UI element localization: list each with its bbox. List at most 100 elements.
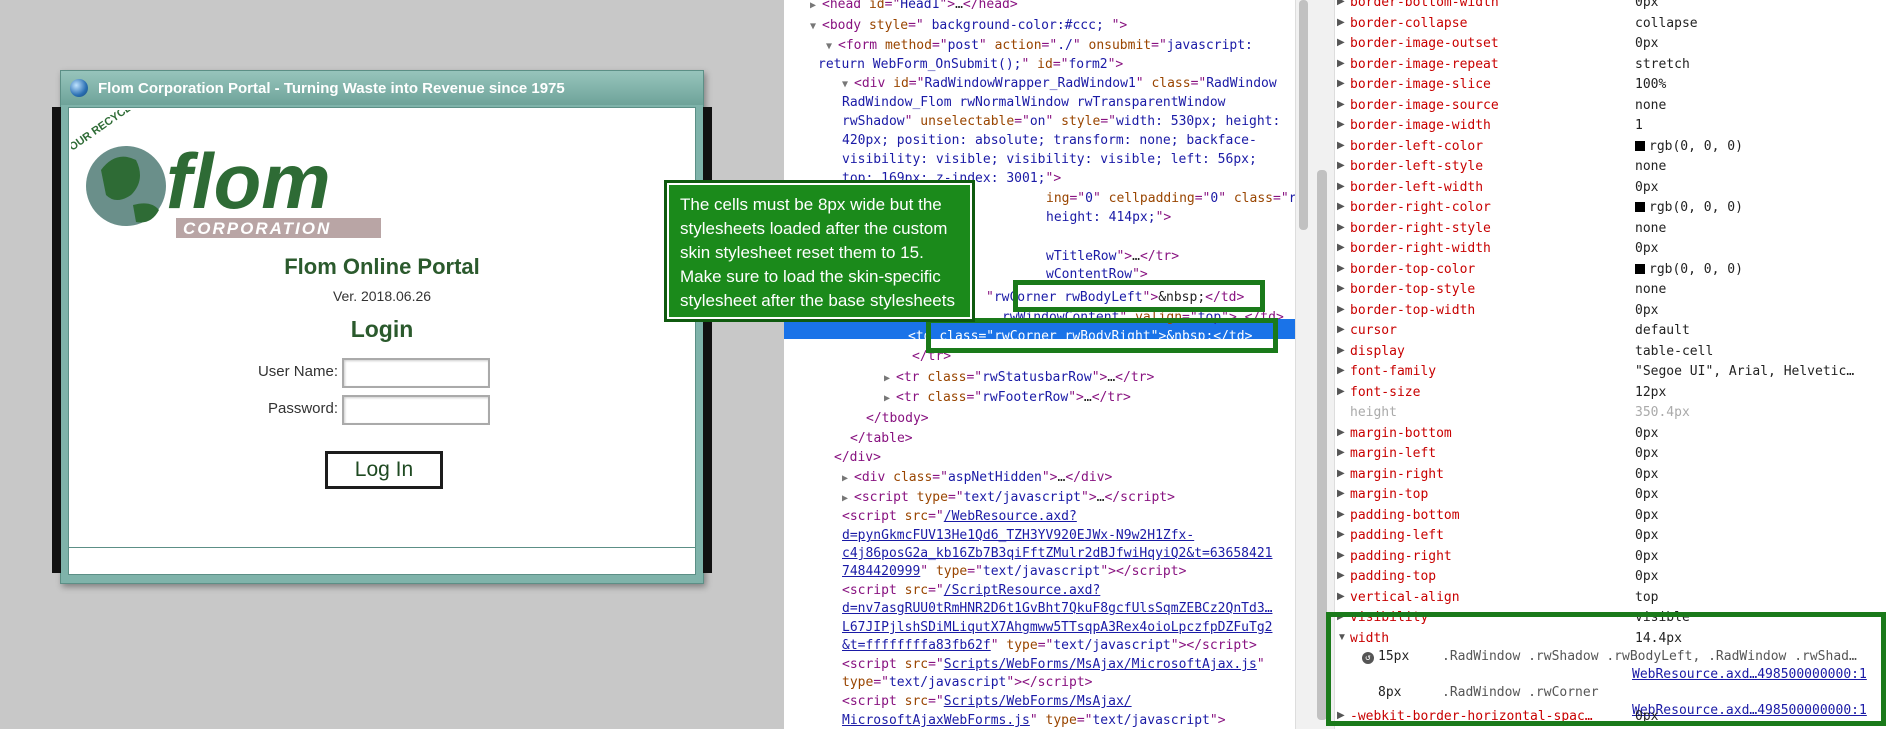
expand-right-icon[interactable]: ▶ <box>1337 591 1345 602</box>
dom-line[interactable]: return WebForm_OnSubmit();" id="form2"> <box>818 56 1123 74</box>
password-field[interactable] <box>342 395 490 425</box>
dom-scrollbar[interactable] <box>1295 0 1310 729</box>
expand-right-icon[interactable]: ▶ <box>1337 427 1345 438</box>
expand-right-icon[interactable]: ▶ <box>1337 78 1345 89</box>
color-swatch-icon[interactable] <box>1635 140 1645 151</box>
expand-right-icon[interactable]: ▶ <box>1337 488 1345 499</box>
style-property-row[interactable]: ▶ border-left-style none <box>1310 158 1889 178</box>
expand-right-icon[interactable]: ▶ <box>1337 570 1345 581</box>
style-property-row[interactable]: ▶ font-family "Segoe UI", Arial, Helvetic… <box>1310 363 1889 383</box>
style-property-row[interactable]: ▶ padding-left 0px <box>1310 527 1889 547</box>
dom-line[interactable]: type="text/javascript"></script> <box>842 674 1092 692</box>
expand-right-icon[interactable]: ▶ <box>1337 550 1345 561</box>
expand-right-icon[interactable]: ▶ <box>1337 263 1345 274</box>
dom-line[interactable]: <script src="/WebResource.axd? <box>842 508 1077 526</box>
username-field[interactable] <box>342 358 490 388</box>
style-property-row[interactable]: ▶ border-collapse collapse <box>1310 15 1889 35</box>
dom-line[interactable]: </tbody> <box>866 410 929 428</box>
style-property-row[interactable]: ▶ cursor default <box>1310 322 1889 342</box>
dom-line[interactable]: <script src="Scripts/WebForms/MsAjax/ <box>842 693 1132 711</box>
dom-line[interactable]: </table> <box>850 430 913 448</box>
window-titlebar[interactable]: Flom Corporation Portal - Turning Waste … <box>61 71 703 105</box>
style-property-row[interactable]: ▶ vertical-align top <box>1310 589 1889 609</box>
dom-line[interactable]: 7484420999" type="text/javascript"></scr… <box>842 563 1186 581</box>
dom-line[interactable]: ▶ <script type="text/javascript">…</scrip… <box>842 489 1175 508</box>
expand-right-icon[interactable]: ▶ <box>1337 386 1345 397</box>
expand-right-icon[interactable]: ▶ <box>1337 324 1345 335</box>
expand-right-icon[interactable]: ▶ <box>1337 529 1345 540</box>
dom-line[interactable]: ing="0" cellpadding="0" class="rwTable <box>1046 190 1310 208</box>
expand-right-icon[interactable]: ▶ <box>1337 58 1345 69</box>
expand-right-icon[interactable]: ▶ <box>1337 37 1345 48</box>
dom-line[interactable]: ▶ <div class="aspNetHidden">…</div> <box>842 469 1112 488</box>
style-property-row[interactable]: ▶ border-top-width 0px <box>1310 302 1889 322</box>
expand-right-icon[interactable]: ▶ <box>1337 119 1345 130</box>
dom-line[interactable]: 420px; position: absolute; transform: no… <box>842 132 1257 150</box>
style-property-row[interactable]: height 350.4px <box>1310 404 1889 424</box>
dom-line[interactable]: c4j86posG2a_kb16Zb7B3qiFftZMulr2dBJfwiHq… <box>842 545 1272 563</box>
dom-line[interactable]: wTitleRow">…</tr> <box>1046 248 1179 266</box>
style-property-row[interactable]: ▶ border-left-width 0px <box>1310 179 1889 199</box>
dom-line[interactable]: <script src="Scripts/WebForms/MsAjax/Mic… <box>842 656 1265 674</box>
dom-line[interactable]: L67JIPjlshSDiMLiqutX7Ahgmww5TTsqpA3Rex4o… <box>842 619 1272 637</box>
dom-line[interactable]: ▶ <head id="Head1">…</head> <box>810 0 1018 15</box>
expand-right-icon[interactable]: ▶ <box>1337 468 1345 479</box>
dom-line[interactable]: height: 414px;"> <box>1046 209 1171 227</box>
dom-line[interactable]: ▼ <form method="post" action="./" onsubmi… <box>826 37 1253 56</box>
expand-right-icon[interactable]: ▶ <box>1337 283 1345 294</box>
style-property-row[interactable]: ▶ margin-bottom 0px <box>1310 425 1889 445</box>
style-property-row[interactable]: ▶ border-top-color rgb(0, 0, 0) <box>1310 261 1889 281</box>
style-property-row[interactable]: ▶ font-size 12px <box>1310 384 1889 404</box>
style-property-row[interactable]: ▶ margin-left 0px <box>1310 445 1889 465</box>
style-property-row[interactable]: ▶ border-image-repeat stretch <box>1310 56 1889 76</box>
style-property-row[interactable]: ▶ border-right-color rgb(0, 0, 0) <box>1310 199 1889 219</box>
dom-line[interactable]: d=pynGkmcFUV13He1Qd6_TZH3YV920EJWx-N9w2H… <box>842 527 1194 545</box>
expand-right-icon[interactable]: ▶ <box>1337 509 1345 520</box>
color-swatch-icon[interactable] <box>1635 263 1645 274</box>
color-swatch-icon[interactable] <box>1635 202 1645 212</box>
dom-line[interactable]: <script src="/ScriptResource.axd? <box>842 582 1100 600</box>
dom-line[interactable]: d=nv7asgRUU0tRmHNR2D6t1GvBht7QkuF8gcfUls… <box>842 600 1272 618</box>
dom-scroll-thumb[interactable] <box>1299 0 1308 230</box>
expand-right-icon[interactable]: ▶ <box>1337 345 1345 356</box>
property-name: font-family <box>1350 364 1437 379</box>
dom-line[interactable]: </div> <box>834 449 881 467</box>
style-property-row[interactable]: ▶ margin-top 0px <box>1310 486 1889 506</box>
style-property-row[interactable]: ▶ border-top-style none <box>1310 281 1889 301</box>
dom-line[interactable]: ▼ <body style=" background-color:#ccc; "> <box>810 17 1127 36</box>
expand-right-icon[interactable]: ▶ <box>1337 447 1345 458</box>
style-property-row[interactable]: ▶ border-right-style none <box>1310 220 1889 240</box>
style-property-row[interactable]: ▶ padding-right 0px <box>1310 548 1889 568</box>
login-button[interactable]: Log In <box>325 451 443 489</box>
expand-right-icon[interactable]: ▶ <box>1337 181 1345 192</box>
style-property-row[interactable]: ▶ border-bottom-width 0px <box>1310 0 1889 14</box>
expand-right-icon[interactable]: ▶ <box>1337 17 1345 28</box>
style-property-row[interactable]: ▶ border-image-source none <box>1310 97 1889 117</box>
style-property-row[interactable]: ▶ padding-top 0px <box>1310 568 1889 588</box>
expand-right-icon[interactable]: ▶ <box>1337 0 1345 7</box>
expand-right-icon[interactable]: ▶ <box>1337 222 1345 233</box>
expand-right-icon[interactable]: ▶ <box>1337 160 1345 171</box>
dom-line[interactable]: ▶ <tr class="rwFooterRow">…</tr> <box>884 389 1131 408</box>
expand-right-icon[interactable]: ▶ <box>1337 99 1345 110</box>
style-property-row[interactable]: ▶ border-image-width 1 <box>1310 117 1889 137</box>
dom-line[interactable]: RadWindow_Flom rwNormalWindow rwTranspar… <box>842 94 1226 112</box>
style-property-row[interactable]: ▶ border-left-color rgb(0, 0, 0) <box>1310 138 1889 158</box>
dom-line[interactable]: rwShadow" unselectable="on" style="width… <box>842 113 1280 131</box>
dom-line[interactable]: MicrosoftAjaxWebForms.js" type="text/jav… <box>842 712 1226 729</box>
dom-line[interactable]: ▼ <div id="RadWindowWrapper_RadWindow1" c… <box>842 75 1277 94</box>
style-property-row[interactable]: ▶ border-image-outset 0px <box>1310 35 1889 55</box>
expand-right-icon[interactable]: ▶ <box>1337 304 1345 315</box>
style-property-row[interactable]: ▶ margin-right 0px <box>1310 466 1889 486</box>
style-property-row[interactable]: ▶ border-image-slice 100% <box>1310 76 1889 96</box>
dom-line[interactable]: &t=ffffffffa83fb62f" type="text/javascri… <box>842 637 1257 655</box>
expand-right-icon[interactable]: ▶ <box>1337 365 1345 376</box>
expand-right-icon[interactable]: ▶ <box>1337 242 1345 253</box>
expand-right-icon[interactable]: ▶ <box>1337 140 1345 151</box>
dom-line[interactable]: visibility: visible; visibility: visible… <box>842 151 1257 169</box>
dom-line[interactable]: ▶ <tr class="rwStatusbarRow">…</tr> <box>884 369 1154 388</box>
style-property-row[interactable]: ▶ display table-cell <box>1310 343 1889 363</box>
style-property-row[interactable]: ▶ border-right-width 0px <box>1310 240 1889 260</box>
expand-right-icon[interactable]: ▶ <box>1337 201 1345 212</box>
style-property-row[interactable]: ▶ padding-bottom 0px <box>1310 507 1889 527</box>
